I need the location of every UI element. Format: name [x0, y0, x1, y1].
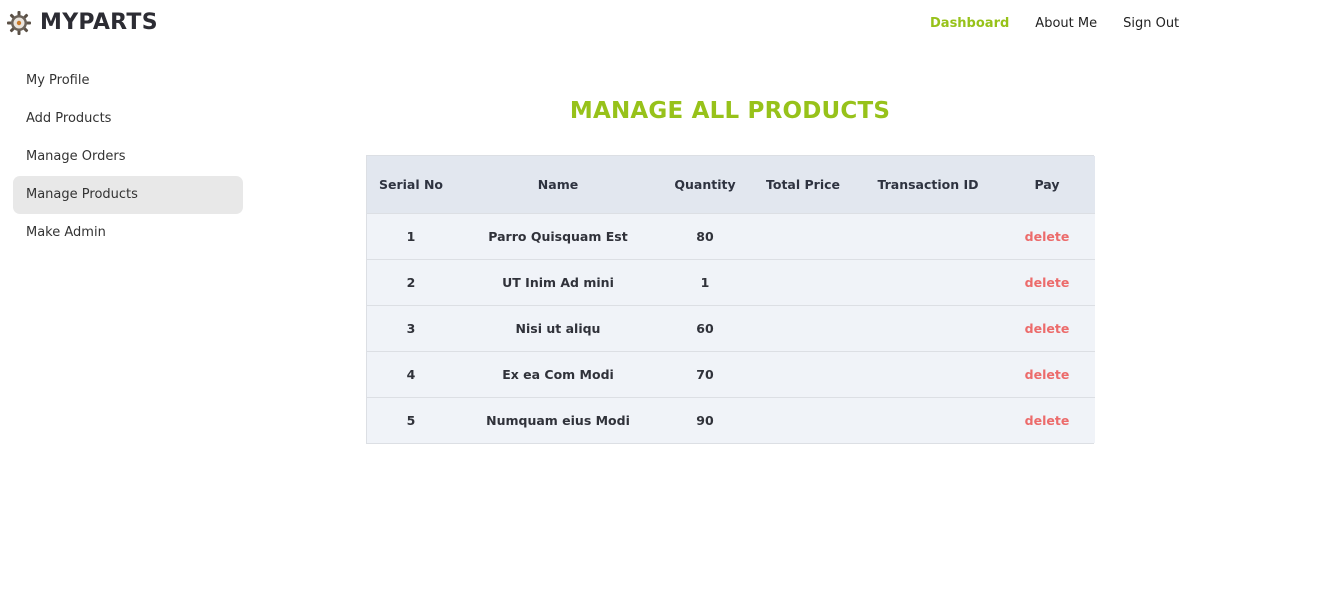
- page-title: MANAGE ALL PRODUCTS: [569, 98, 891, 124]
- column-header-pay: Pay: [999, 156, 1095, 213]
- cell-quantity: 1: [661, 258, 749, 305]
- table-row: 2 UT Inim Ad mini 1 delete: [367, 258, 1095, 305]
- brand[interactable]: MYPARTS: [6, 8, 158, 38]
- cell-transaction-id: [857, 396, 999, 443]
- delete-button[interactable]: delete: [999, 396, 1095, 443]
- column-header-name: Name: [455, 156, 661, 213]
- table-header-row: Serial No Name Quantity Total Price Tran…: [367, 156, 1095, 213]
- nav-dashboard[interactable]: Dashboard: [930, 15, 1009, 33]
- cell-total-price: [749, 212, 857, 259]
- sidebar-item-add-products[interactable]: Add Products: [13, 100, 243, 138]
- cell-quantity: 60: [661, 304, 749, 351]
- cell-name: Nisi ut aliqu: [455, 304, 661, 351]
- cell-quantity: 80: [661, 212, 749, 259]
- cell-total-price: [749, 396, 857, 443]
- delete-button[interactable]: delete: [999, 350, 1095, 397]
- sidebar-item-manage-products[interactable]: Manage Products: [13, 176, 243, 214]
- sidebar: My Profile Add Products Manage Orders Ma…: [13, 62, 243, 252]
- gear-icon: [7, 11, 31, 35]
- cell-serial: 1: [367, 212, 455, 259]
- sidebar-item-make-admin[interactable]: Make Admin: [13, 214, 243, 252]
- nav-sign-out[interactable]: Sign Out: [1123, 15, 1179, 33]
- cell-total-price: [749, 350, 857, 397]
- brand-name: MYPARTS: [40, 10, 158, 35]
- delete-button[interactable]: delete: [999, 304, 1095, 351]
- cell-total-price: [749, 258, 857, 305]
- delete-button[interactable]: delete: [999, 212, 1095, 259]
- table-row: 4 Ex ea Com Modi 70 delete: [367, 350, 1095, 397]
- cell-serial: 4: [367, 350, 455, 397]
- cell-transaction-id: [857, 258, 999, 305]
- delete-button[interactable]: delete: [999, 258, 1095, 305]
- cell-serial: 5: [367, 396, 455, 443]
- cell-total-price: [749, 304, 857, 351]
- sidebar-item-manage-orders[interactable]: Manage Orders: [13, 138, 243, 176]
- column-header-transaction-id: Transaction ID: [857, 156, 999, 213]
- cell-transaction-id: [857, 350, 999, 397]
- sidebar-item-my-profile[interactable]: My Profile: [13, 62, 243, 100]
- products-table: Serial No Name Quantity Total Price Tran…: [366, 155, 1095, 444]
- column-header-quantity: Quantity: [661, 156, 749, 213]
- table-row: 1 Parro Quisquam Est 80 delete: [367, 212, 1095, 259]
- cell-transaction-id: [857, 304, 999, 351]
- table-row: 3 Nisi ut aliqu 60 delete: [367, 304, 1095, 351]
- top-nav: Dashboard About Me Sign Out: [930, 15, 1205, 33]
- cell-quantity: 90: [661, 396, 749, 443]
- column-header-serial-no: Serial No: [367, 156, 455, 213]
- cell-serial: 3: [367, 304, 455, 351]
- cell-name: UT Inim Ad mini: [455, 258, 661, 305]
- cell-transaction-id: [857, 212, 999, 259]
- cell-quantity: 70: [661, 350, 749, 397]
- cell-name: Parro Quisquam Est: [455, 212, 661, 259]
- cell-name: Ex ea Com Modi: [455, 350, 661, 397]
- table-row: 5 Numquam eius Modi 90 delete: [367, 396, 1095, 443]
- nav-about-me[interactable]: About Me: [1035, 15, 1097, 33]
- cell-name: Numquam eius Modi: [455, 396, 661, 443]
- column-header-total-price: Total Price: [749, 156, 857, 213]
- cell-serial: 2: [367, 258, 455, 305]
